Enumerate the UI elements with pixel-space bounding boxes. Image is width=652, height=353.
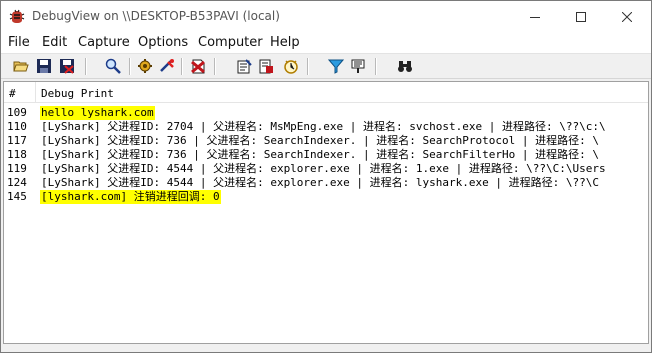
row-debug-text: [LyShark] 父进程ID: 4544 | 父进程名: explorer.e…: [41, 176, 599, 189]
row-debug-text: [LyShark] 父进程ID: 736 | 父进程名: SearchIndex…: [41, 148, 599, 161]
debugview-app-icon: [9, 9, 25, 25]
clear-icon: [191, 59, 205, 74]
column-header-debug-print[interactable]: Debug Print: [41, 87, 114, 100]
table-row[interactable]: 110 [LyShark] 父进程ID: 2704 | 父进程名: MsMpEng…: [4, 120, 648, 134]
capture-gear-icon: [138, 59, 152, 73]
toolbar-separator: [181, 58, 183, 75]
capture-kernel-icon: [160, 59, 174, 72]
minimize-icon: [530, 16, 540, 18]
properties-button[interactable]: [235, 57, 253, 75]
debug-output-list[interactable]: # Debug Print 109 hello lyshark.com 110 [Ly…: [3, 81, 649, 344]
binoculars-icon: [398, 61, 412, 72]
log-to-file-icon: [259, 59, 273, 74]
row-number: 118: [7, 148, 27, 161]
table-row[interactable]: 117 [LyShark] 父进程ID: 736 | 父进程名: SearchIn…: [4, 134, 648, 148]
row-number: 109: [7, 106, 27, 119]
toolbar-separator: [214, 58, 216, 75]
row-debug-text: hello lyshark.com: [40, 106, 155, 120]
maximize-button[interactable]: [558, 1, 604, 32]
toolbar-separator: [307, 58, 309, 75]
clock-time-button[interactable]: [282, 57, 300, 75]
close-icon: [622, 11, 632, 22]
minimize-button[interactable]: [512, 1, 558, 32]
table-row[interactable]: 124 [LyShark] 父进程ID: 4544 | 父进程名: explore…: [4, 176, 648, 190]
save-as-icon: [60, 59, 74, 74]
clear-button[interactable]: [189, 57, 207, 75]
table-row[interactable]: 145 [lyshark.com] 注销进程回调: 0: [4, 190, 648, 204]
capture-win32-button[interactable]: [136, 57, 154, 75]
open-folder-icon: [13, 61, 29, 72]
highlight-button[interactable]: [349, 57, 367, 75]
row-number: 110: [7, 120, 27, 133]
window-title: DebugView on \\DESKTOP-B53PAVI (local): [32, 9, 280, 23]
menu-computer[interactable]: Computer: [198, 35, 263, 50]
open-button[interactable]: [12, 57, 30, 75]
log-to-file-button[interactable]: [257, 57, 275, 75]
debugview-window: DebugView on \\DESKTOP-B53PAVI (local) F…: [0, 0, 652, 353]
row-number: 119: [7, 162, 27, 175]
table-row[interactable]: 109 hello lyshark.com: [4, 106, 648, 120]
menu-edit[interactable]: Edit: [42, 35, 67, 50]
column-header-number[interactable]: #: [9, 87, 16, 100]
row-number: 145: [7, 190, 27, 203]
filter-icon: [328, 59, 344, 74]
title-bar[interactable]: DebugView on \\DESKTOP-B53PAVI (local): [1, 1, 651, 33]
find-button[interactable]: [104, 57, 122, 75]
toolbar-separator: [85, 58, 87, 75]
capture-kernel-button[interactable]: [158, 57, 176, 75]
maximize-icon: [576, 11, 586, 22]
table-row[interactable]: 118 [LyShark] 父进程ID: 736 | 父进程名: SearchIn…: [4, 148, 648, 162]
save-icon: [37, 59, 51, 73]
row-number: 117: [7, 134, 27, 147]
row-debug-text: [LyShark] 父进程ID: 4544 | 父进程名: explorer.e…: [41, 162, 606, 175]
table-row[interactable]: 119 [LyShark] 父进程ID: 4544 | 父进程名: explore…: [4, 162, 648, 176]
toolbar-separator: [129, 58, 131, 75]
close-button[interactable]: [604, 1, 650, 32]
find-icon: [105, 58, 121, 74]
toolbar: [1, 53, 651, 79]
menu-options[interactable]: Options: [138, 35, 188, 50]
time-icon: [284, 60, 298, 74]
row-number: 124: [7, 176, 27, 189]
column-header: # Debug Print: [4, 82, 648, 103]
column-divider[interactable]: [35, 82, 36, 102]
menu-file[interactable]: File: [8, 35, 30, 50]
properties-icon: [237, 59, 252, 74]
highlight-icon: [351, 59, 365, 73]
menu-bar: File Edit Capture Options Computer Help: [1, 33, 651, 53]
save-as-button[interactable]: [58, 57, 76, 75]
row-debug-text: [lyshark.com] 注销进程回调: 0: [40, 190, 221, 204]
menu-help[interactable]: Help: [270, 35, 300, 50]
row-debug-text: [LyShark] 父进程ID: 2704 | 父进程名: MsMpEng.ex…: [41, 120, 606, 133]
save-button[interactable]: [35, 57, 53, 75]
status-bar: [1, 345, 651, 352]
connect-button[interactable]: [396, 57, 414, 75]
toolbar-separator: [375, 58, 377, 75]
filter-button[interactable]: [327, 57, 345, 75]
menu-capture[interactable]: Capture: [78, 35, 130, 50]
rows-container: 109 hello lyshark.com 110 [LyShark] 父进程ID: …: [4, 106, 648, 204]
row-debug-text: [LyShark] 父进程ID: 736 | 父进程名: SearchIndex…: [41, 134, 599, 147]
